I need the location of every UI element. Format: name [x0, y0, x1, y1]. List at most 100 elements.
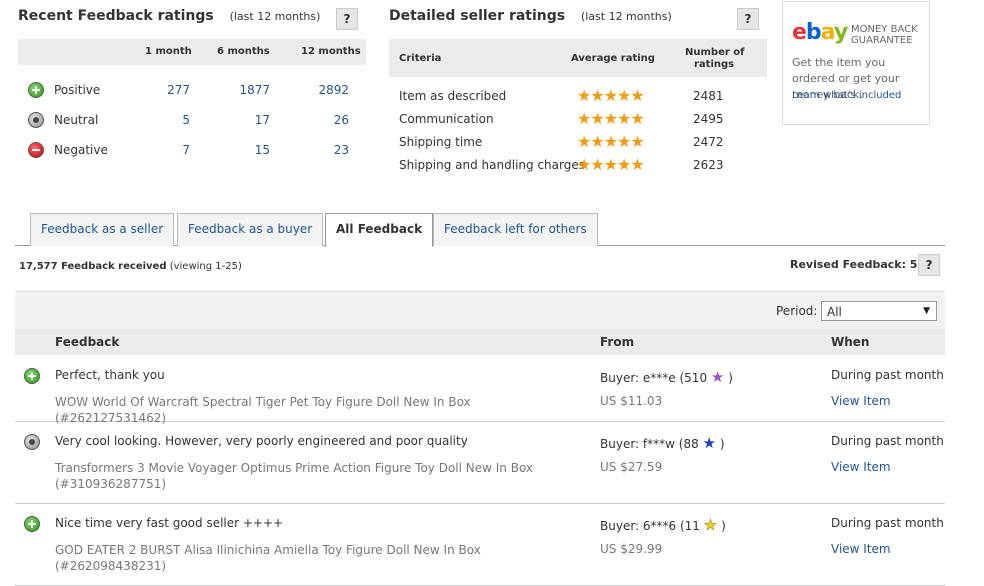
recent-feedback-title: Recent Feedback ratings: [18, 8, 214, 24]
positive-icon: [28, 82, 44, 98]
rating-count: 2495: [693, 112, 724, 126]
recent-help-button[interactable]: ?: [336, 8, 358, 30]
positive-icon: [24, 368, 40, 384]
revised-help-button[interactable]: ?: [918, 254, 940, 276]
recent-value-link[interactable]: 15: [220, 143, 270, 157]
item-price: US $27.59: [600, 460, 663, 474]
recent-value-link[interactable]: 2892: [299, 83, 349, 97]
rating-row: Shipping time ★★★★★ 2472: [389, 132, 767, 152]
recent-row-neutral: Neutral 5 17 26: [18, 110, 366, 130]
recent-value-link[interactable]: 1877: [220, 83, 270, 97]
feedback-count: 17,577 Feedback received (viewing 1-25): [19, 261, 242, 272]
detailed-ratings-title: Detailed seller ratings: [389, 8, 566, 24]
item-title: GOD EATER 2 BURST Alisa Ilinichina Amiel…: [55, 543, 481, 573]
yellow-star-icon: ★: [703, 516, 718, 535]
recent-feedback-title-row: Recent Feedback ratings (last 12 months): [18, 8, 366, 24]
neutral-icon: [28, 112, 44, 128]
tab-all-feedback[interactable]: All Feedback: [325, 213, 434, 247]
period-label: Period:: [776, 304, 818, 318]
buyer-score-link[interactable]: 11: [685, 519, 700, 533]
feedback-row: Very cool looking. However, very poorly …: [15, 422, 945, 504]
recent-row-positive: Positive 277 1877 2892: [18, 80, 366, 100]
detailed-help-button[interactable]: ?: [737, 8, 759, 30]
col-from: From: [600, 335, 635, 349]
feedback-comment: Very cool looking. However, very poorly …: [55, 434, 468, 448]
view-item-link[interactable]: View Item: [831, 542, 891, 556]
col-criteria: Criteria: [399, 53, 442, 64]
feedback-when: During past month: [831, 434, 944, 448]
purple-star-icon: ★: [710, 368, 725, 386]
view-item-link[interactable]: View Item: [831, 460, 891, 474]
rating-count: 2623: [693, 158, 724, 172]
revised-feedback: Revised Feedback: 52: [790, 258, 926, 271]
recent-feedback-header: 1 month 6 months 12 months: [18, 39, 366, 65]
period-filter-bar: Period: All ▼: [15, 291, 945, 329]
feedback-received: 17,577 Feedback received: [19, 261, 167, 272]
feedback-table-header: Feedback From When: [15, 329, 945, 355]
rating-row: Item as described ★★★★★ 2481: [389, 86, 767, 106]
tab-feedback-left-for-others[interactable]: Feedback left for others: [433, 213, 598, 246]
feedback-comment: Perfect, thank you: [55, 368, 165, 382]
money-back-guarantee-ad: ebay MONEY BACK GUARANTEE Get the item y…: [782, 1, 930, 125]
recent-feedback-section: Recent Feedback ratings (last 12 months)…: [18, 8, 366, 158]
col-12-months: 12 months: [301, 46, 361, 57]
recent-row-negative: Negative 7 15 23: [18, 140, 366, 160]
money-back-label: MONEY BACK GUARANTEE: [851, 24, 918, 46]
ebay-logo: ebay: [792, 20, 848, 45]
detailed-ratings-section: Detailed seller ratings (last 12 months)…: [389, 8, 769, 174]
recent-row-label: Negative: [54, 143, 108, 157]
col-1-month: 1 month: [145, 46, 192, 57]
detailed-ratings-header: Criteria Average rating Number of rating…: [389, 39, 767, 77]
recent-value-link[interactable]: 26: [299, 113, 349, 127]
rating-criteria: Item as described: [399, 89, 507, 103]
col-6-months: 6 months: [217, 46, 270, 57]
neutral-icon: [24, 434, 40, 450]
detailed-ratings-subtitle: (last 12 months): [580, 10, 672, 23]
viewing-range: (viewing 1-25): [169, 261, 242, 272]
negative-icon: [28, 142, 44, 158]
feedback-when: During past month: [831, 368, 944, 382]
period-select[interactable]: All ▼: [821, 301, 937, 321]
blue-star-icon: ★: [702, 434, 716, 452]
rating-criteria: Communication: [399, 112, 494, 126]
detailed-ratings-title-row: Detailed seller ratings (last 12 months): [389, 8, 769, 24]
recent-value-link[interactable]: 17: [220, 113, 270, 127]
feedback-row: Perfect, thank you WOW World Of Warcraft…: [15, 356, 945, 425]
recent-value-link[interactable]: 5: [140, 113, 190, 127]
recent-value-link[interactable]: 277: [140, 83, 190, 97]
rating-criteria: Shipping time: [399, 135, 483, 149]
feedback-when: During past month: [831, 516, 944, 530]
tab-feedback-as-buyer[interactable]: Feedback as a buyer: [177, 213, 324, 246]
col-average-rating: Average rating: [571, 53, 655, 64]
recent-row-label: Neutral: [54, 113, 99, 127]
period-value: All: [827, 305, 842, 319]
view-item-link[interactable]: View Item: [831, 394, 891, 408]
positive-icon: [24, 516, 40, 532]
col-number-line1: Number of: [685, 47, 745, 58]
rating-count: 2481: [693, 89, 724, 103]
buyer-info: Buyer: f***w (88 ★ ): [600, 434, 725, 452]
rating-row: Communication ★★★★★ 2495: [389, 109, 767, 129]
tab-feedback-as-seller[interactable]: Feedback as a seller: [30, 213, 175, 246]
rating-row: Shipping and handling charges ★★★★★ 2623: [389, 155, 767, 175]
recent-value-link[interactable]: 7: [140, 143, 190, 157]
buyer-info: Buyer: 6***6 (11 ★ ): [600, 516, 726, 535]
item-price: US $11.03: [600, 394, 663, 408]
buyer-info: Buyer: e***e (510 ★ ): [600, 368, 733, 386]
rating-count: 2472: [693, 135, 724, 149]
rating-criteria: Shipping and handling charges: [399, 158, 585, 172]
col-feedback: Feedback: [55, 335, 120, 349]
buyer-score-link[interactable]: 510: [684, 371, 707, 385]
five-stars-icon: ★★★★★: [577, 109, 645, 128]
feedback-row: Nice time very fast good seller ++++ GOD…: [15, 504, 945, 586]
feedback-comment: Nice time very fast good seller ++++: [55, 516, 284, 530]
learn-more-link[interactable]: Learn what's included: [792, 90, 901, 101]
five-stars-icon: ★★★★★: [577, 155, 645, 174]
col-when: When: [831, 335, 870, 349]
buyer-score-link[interactable]: 88: [683, 437, 698, 451]
dropdown-arrow-icon: ▼: [923, 306, 930, 316]
col-number-line2: ratings: [694, 59, 735, 70]
recent-value-link[interactable]: 23: [299, 143, 349, 157]
five-stars-icon: ★★★★★: [577, 86, 645, 105]
five-stars-icon: ★★★★★: [577, 132, 645, 151]
